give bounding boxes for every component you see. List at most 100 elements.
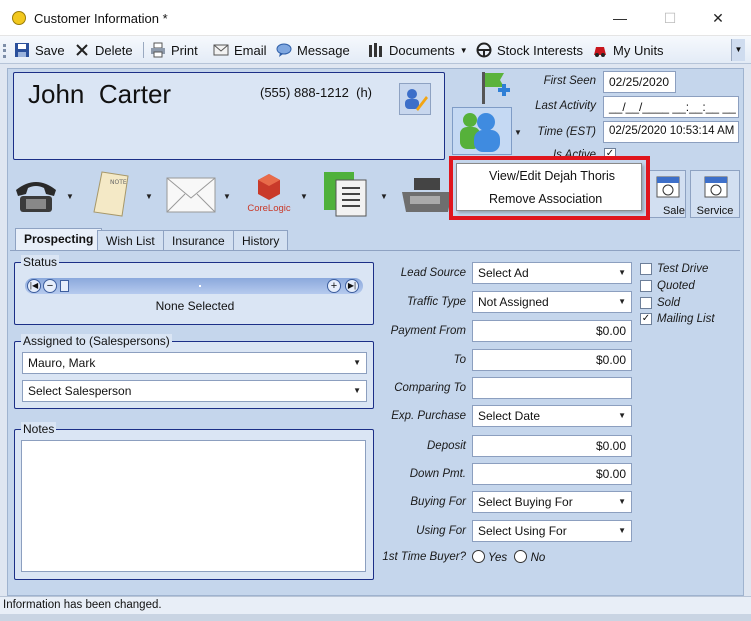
status-track-tick [199,285,201,287]
payment-from-field[interactable]: $0.00 [472,320,632,342]
customer-card: John Carter (555) 888-1212 (h) [13,72,445,160]
corelogic-button[interactable]: CoreLogic [244,172,294,218]
comparing-to-field[interactable] [472,377,632,399]
delete-icon [76,44,88,56]
test-drive-checkbox[interactable] [640,263,652,275]
service-label: Service [696,205,734,217]
status-minus-icon[interactable]: − [43,279,57,293]
status-legend: Status [21,255,60,269]
last-activity-label: Last Activity [535,100,596,112]
salesperson-select-1[interactable]: Mauro, Mark [22,352,367,374]
add-association-icon[interactable] [478,70,514,106]
test-drive-label: Test Drive [657,263,709,275]
exp-purchase-select[interactable]: Select Date [472,405,632,427]
traffic-type-select[interactable]: Not Assigned [472,291,632,313]
payment-from-label: Payment From [390,325,466,337]
delete-button[interactable]: Delete [74,41,133,59]
down-pmt-field[interactable]: $0.00 [472,463,632,485]
deposit-label: Deposit [427,440,466,452]
message-label: Message [297,42,350,58]
first-seen-field[interactable]: 02/25/2020 [603,71,676,93]
payment-to-field[interactable]: $0.00 [472,349,632,371]
mail-dropdown-arrow[interactable]: ▼ [223,192,231,201]
status-last-icon[interactable]: ▶| [345,279,359,293]
using-for-select[interactable]: Select Using For [472,520,632,542]
message-button[interactable]: Message [276,41,350,59]
close-button[interactable]: ✕ [698,6,738,30]
minimize-button[interactable]: — [600,6,640,30]
lead-source-select[interactable]: Select Ad [472,262,632,284]
sold-checkbox[interactable] [640,297,652,309]
no-radio[interactable] [514,550,528,563]
note-dropdown-arrow[interactable]: ▼ [145,192,153,201]
save-label: Save [35,42,65,58]
tab-wish-list[interactable]: Wish List [97,230,164,250]
save-button[interactable]: Save [14,41,65,59]
delete-label: Delete [95,42,133,58]
comparing-to-label: Comparing To [394,382,466,394]
my-units-label: My Units [613,42,664,58]
notes-textarea[interactable] [21,440,366,572]
toolbar-overflow-button[interactable]: ▼ [731,39,745,61]
printer-icon [151,42,165,58]
first-name: John [28,79,85,109]
status-bar: Information has been changed. [0,596,751,614]
corelogic-dropdown-arrow[interactable]: ▼ [300,192,308,201]
status-track: |◀ − + ▶| [25,278,363,294]
first-time-buyer-radios: Yes No [472,550,545,564]
documents-large-button[interactable] [320,170,372,218]
phone-button[interactable] [10,170,62,214]
tab-prospecting[interactable]: Prospecting [15,228,103,251]
documents-button[interactable]: Documents ▼ [368,41,468,59]
phone-dropdown-arrow[interactable]: ▼ [66,192,74,201]
yes-radio[interactable] [472,550,485,563]
tab-history[interactable]: History [233,230,289,250]
telephone-icon [16,182,56,212]
deposit-field[interactable]: $0.00 [472,435,632,457]
exp-purchase-label: Exp. Purchase [391,410,466,422]
print-button[interactable]: Print [150,41,198,59]
traffic-type-label: Traffic Type [407,296,466,308]
mail-button[interactable] [165,176,217,214]
salesperson-select-2[interactable]: Select Salesperson [22,380,367,402]
my-units-button[interactable]: My Units [592,41,664,59]
edit-contact-button[interactable] [399,83,431,115]
assigned-legend: Assigned to (Salespersons) [21,334,172,348]
documents-dropdown-arrow[interactable]: ▼ [380,192,388,201]
chat-bubble-icon [276,43,292,57]
stock-interests-button[interactable]: Stock Interests [476,41,583,59]
sale-button[interactable]: Sale [646,170,686,218]
note-button[interactable]: NOTE [88,170,138,218]
toolbar-grip[interactable] [3,44,6,58]
buying-for-label: Buying For [410,496,466,508]
envelope-icon [213,44,229,56]
print-label: Print [171,42,198,58]
email-button[interactable]: Email [213,41,267,59]
association-button[interactable] [452,107,512,155]
edit-contact-icon [405,89,428,111]
steering-wheel-icon [476,42,492,58]
email-label: Email [234,42,267,58]
contacts-icon [460,113,500,152]
status-plus-icon[interactable]: + [327,279,341,293]
status-first-icon[interactable]: |◀ [27,279,41,293]
quoted-label: Quoted [657,280,695,292]
quoted-checkbox[interactable] [640,280,652,292]
time-field[interactable]: 02/25/2020 10:53:14 AM [603,121,739,143]
maximize-button[interactable]: ☐ [650,6,690,30]
status-slider-thumb[interactable] [60,280,69,292]
tab-insurance[interactable]: Insurance [163,230,234,250]
buying-for-select[interactable]: Select Buying For [472,491,632,513]
last-activity-field[interactable]: __/__/____ __:__:__ __ [603,96,739,118]
using-for-label: Using For [416,525,466,537]
service-button[interactable]: Service [690,170,740,218]
documents-large-icon [324,172,367,217]
corelogic-icon [258,174,280,200]
mailing-list-checkbox[interactable]: ✓ [640,313,652,325]
sold-label: Sold [657,297,681,309]
toolbar-separator [143,42,144,58]
stock-interests-label: Stock Interests [497,42,583,58]
register-button[interactable] [400,174,454,216]
customer-phone: (555) 888-1212 (h) [260,85,373,100]
bottom-strip [0,614,751,621]
